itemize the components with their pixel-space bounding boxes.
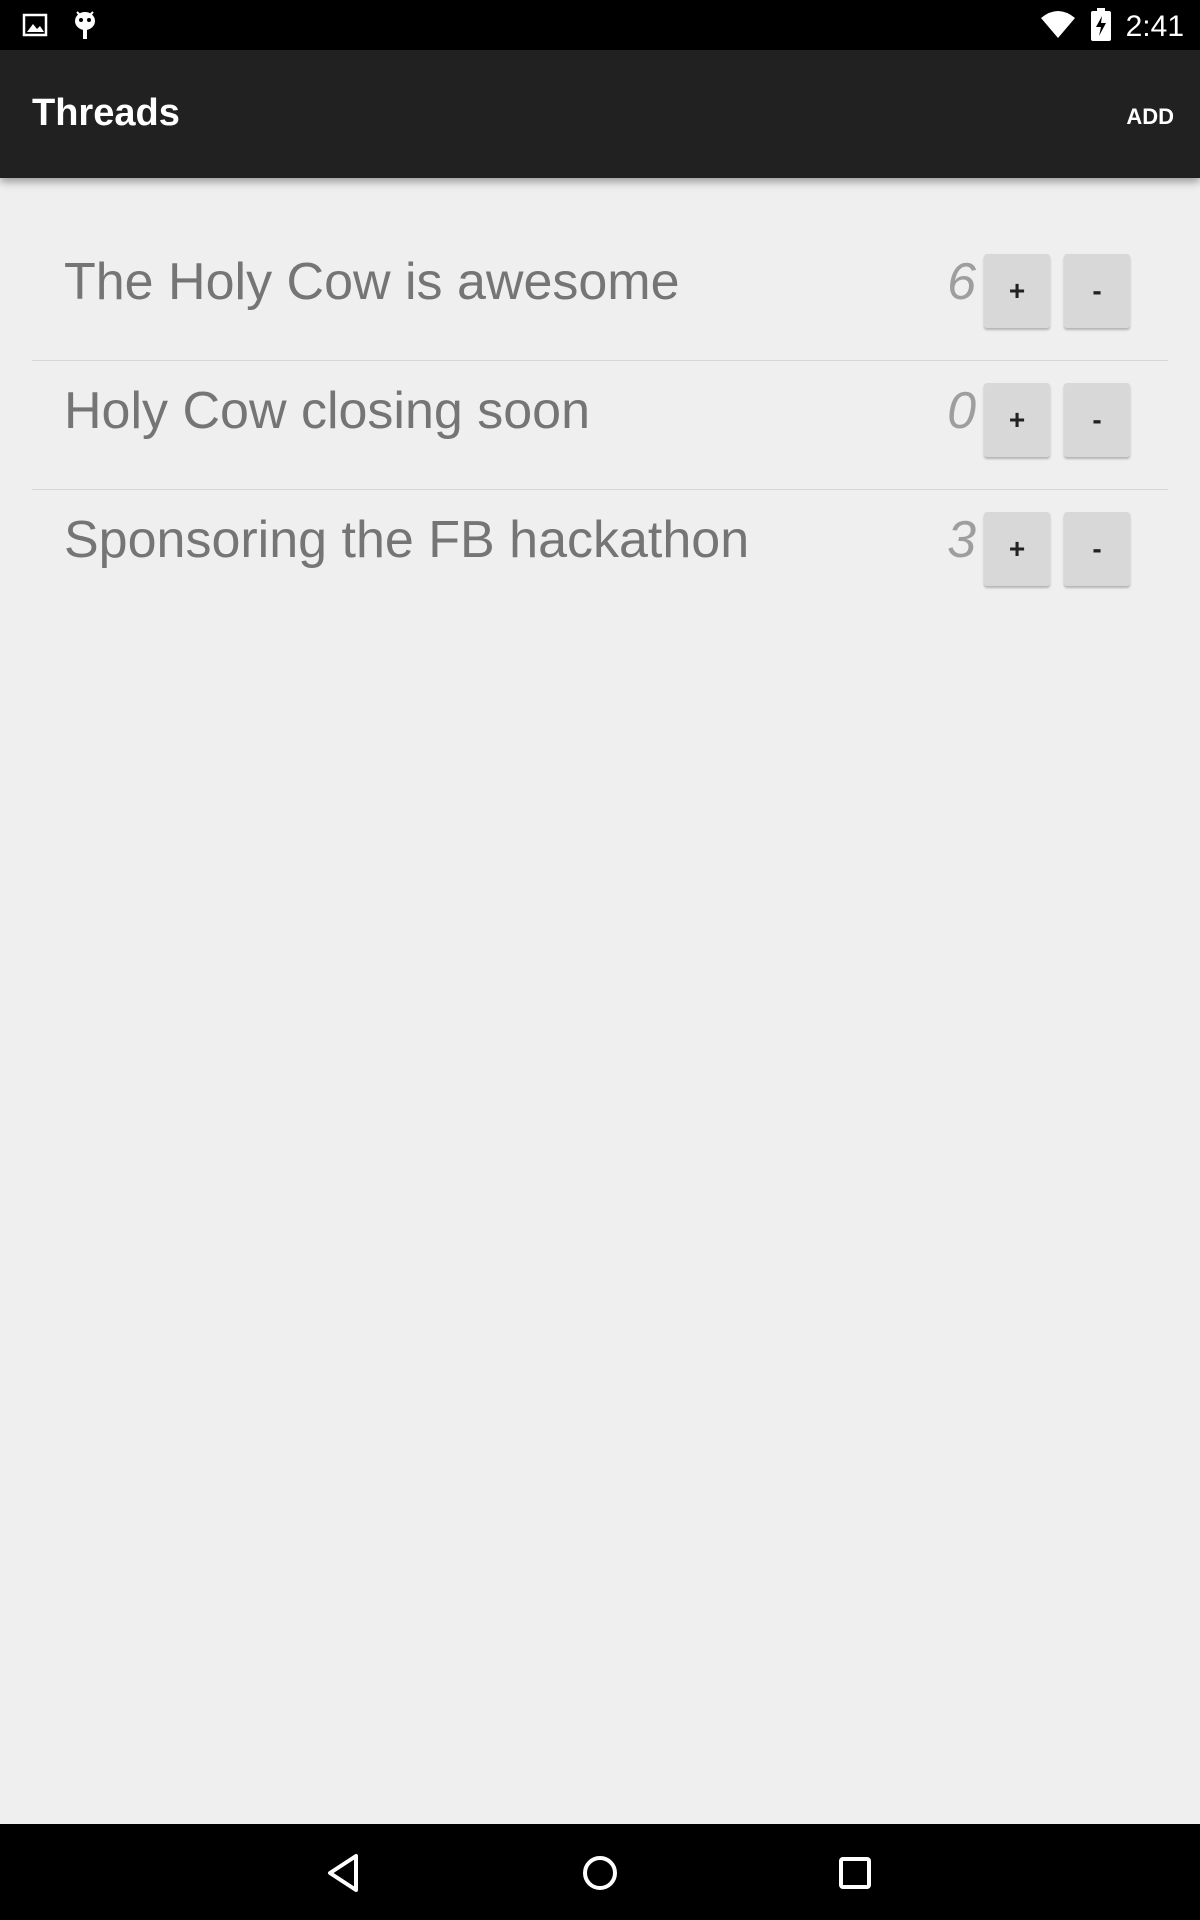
status-bar: 2:41	[0, 0, 1200, 50]
thread-title: Sponsoring the FB hackathon	[64, 511, 750, 569]
list-item: The Holy Cow is awesome 6 + -	[32, 232, 1168, 361]
home-icon[interactable]	[575, 1848, 625, 1898]
android-icon	[72, 10, 98, 44]
recent-apps-icon[interactable]	[830, 1848, 880, 1898]
wifi-icon	[1040, 10, 1076, 44]
list-item: Holy Cow closing soon 0 + -	[32, 361, 1168, 490]
notification-icons	[22, 10, 98, 44]
navigation-bar	[0, 1824, 1200, 1920]
vote-count: 6	[947, 253, 976, 311]
downvote-button[interactable]: -	[1064, 512, 1130, 586]
image-icon	[22, 12, 48, 42]
system-icons: 2:41	[1040, 8, 1184, 46]
list-item: Sponsoring the FB hackathon 3 + -	[32, 490, 1168, 618]
thread-list: The Holy Cow is awesome 6 + - Holy Cow c…	[32, 232, 1168, 618]
upvote-button[interactable]: +	[984, 512, 1050, 586]
upvote-button[interactable]: +	[984, 254, 1050, 328]
status-time: 2:41	[1125, 10, 1184, 43]
app-bar: Threads ADD	[0, 50, 1200, 178]
page-title: Threads	[32, 92, 180, 134]
thread-title: The Holy Cow is awesome	[64, 253, 680, 311]
vote-count: 3	[947, 511, 976, 569]
vote-count: 0	[947, 382, 976, 440]
downvote-button[interactable]: -	[1064, 254, 1130, 328]
downvote-button[interactable]: -	[1064, 383, 1130, 457]
thread-title: Holy Cow closing soon	[64, 382, 591, 440]
add-button[interactable]: ADD	[1124, 98, 1176, 136]
back-icon[interactable]	[320, 1848, 370, 1898]
battery-charging-icon	[1090, 8, 1112, 46]
upvote-button[interactable]: +	[984, 383, 1050, 457]
